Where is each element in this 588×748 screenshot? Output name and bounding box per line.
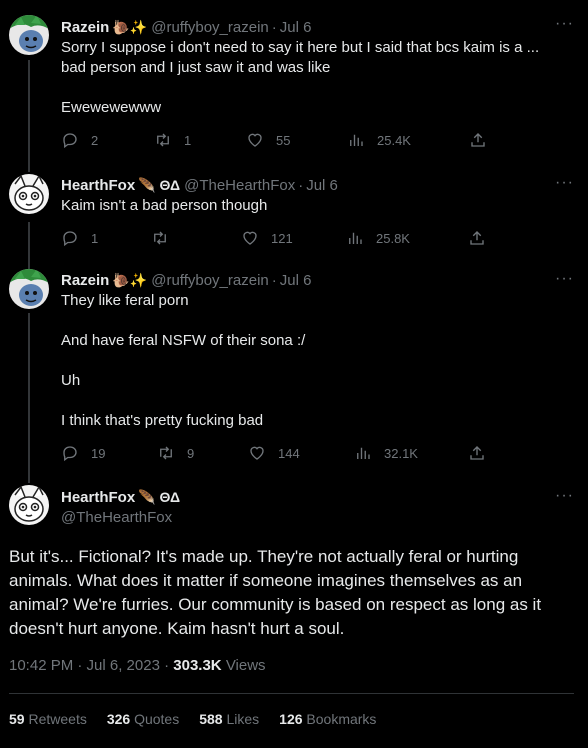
- tweet-stats: 59 Retweets 326 Quotes 588 Likes 126 Boo…: [9, 711, 396, 727]
- tweet-text: Kaim isn't a bad person though: [61, 196, 561, 216]
- display-name[interactable]: Razein: [61, 272, 109, 289]
- retweets-stat[interactable]: 59 Retweets: [9, 711, 87, 727]
- display-name[interactable]: HearthFox: [61, 489, 135, 506]
- tweet-text: They like feral porn And have feral NSFW…: [61, 291, 561, 431]
- tweet-line: I think that's pretty fucking bad: [61, 412, 264, 429]
- views-button[interactable]: 32.1K: [354, 444, 418, 462]
- reply-count: 2: [91, 132, 99, 148]
- views-icon: [350, 134, 363, 146]
- tweet-timestamp[interactable]: 10:42 PM · Jul 6, 2023 ·: [9, 657, 169, 674]
- tweet-line: And have feral NSFW of their sona :/: [61, 332, 306, 349]
- views-count: 25.4K: [377, 132, 411, 148]
- heart-icon: [248, 133, 262, 147]
- main-tweet-header: HearthFox 🪶 ΘΔ @TheHearthFox: [61, 487, 181, 527]
- tweet-date[interactable]: Jul 6: [306, 177, 338, 194]
- more-options-icon[interactable]: ···: [555, 15, 574, 33]
- retweet-icon: [154, 231, 166, 245]
- display-name[interactable]: HearthFox: [61, 177, 135, 194]
- tweet[interactable]: HearthFox 🪶 ΘΔ @TheHearthFox · Jul 6 ···…: [0, 159, 588, 259]
- reply-count: 19: [91, 445, 106, 461]
- user-handle[interactable]: @TheHearthFox: [61, 509, 180, 526]
- views-button[interactable]: 25.8K: [346, 229, 410, 247]
- reply-icon: [63, 231, 77, 247]
- retweet-button[interactable]: 9: [157, 444, 194, 462]
- name-emojis: 🪶 ΘΔ: [138, 489, 181, 505]
- reply-icon: [63, 133, 77, 149]
- user-handle[interactable]: @ruffyboy_razein: [151, 19, 269, 36]
- tweet-line: Uh: [61, 372, 81, 389]
- separator-dot: ·: [271, 18, 277, 36]
- more-options-icon[interactable]: ···: [555, 174, 574, 192]
- tweet-actions: 1 121 25.8K: [61, 229, 511, 249]
- tweet[interactable]: Razein 🐌✨ @ruffyboy_razein · Jul 6 ··· S…: [0, 0, 588, 170]
- views-count: 32.1K: [384, 445, 418, 461]
- heart-icon: [243, 231, 257, 245]
- tweet-line: Sorry I suppose i don't need to say it h…: [61, 39, 540, 56]
- likes-stat[interactable]: 588 Likes: [199, 711, 259, 727]
- views-button[interactable]: 25.4K: [347, 131, 411, 149]
- heart-icon: [250, 446, 264, 460]
- like-count: 144: [278, 445, 300, 461]
- quotes-stat[interactable]: 326 Quotes: [107, 711, 179, 727]
- more-options-icon[interactable]: ···: [555, 487, 574, 505]
- avatar[interactable]: [9, 269, 49, 309]
- reply-count: 1: [91, 230, 99, 246]
- divider: [9, 693, 574, 694]
- separator-dot: ·: [271, 271, 277, 289]
- name-emojis: 🐌✨: [112, 272, 148, 288]
- views-count: 303.3K: [173, 657, 222, 674]
- display-name[interactable]: Razein: [61, 19, 109, 36]
- tweet-line: bad person and I just saw it and was lik…: [61, 59, 331, 76]
- tweet-actions: 2 1 55 25.4K: [61, 131, 511, 151]
- user-handle[interactable]: @ruffyboy_razein: [151, 272, 269, 289]
- avatar[interactable]: [9, 174, 49, 214]
- share-button[interactable]: [468, 444, 486, 462]
- tweet-actions: 19 9 144 32.1K: [61, 444, 511, 464]
- reply-button[interactable]: 2: [61, 131, 98, 149]
- views-label: Views: [225, 657, 266, 674]
- tweet[interactable]: Razein 🐌✨ @ruffyboy_razein · Jul 6 ··· T…: [0, 255, 588, 475]
- like-count: 55: [276, 132, 291, 148]
- views-icon: [349, 232, 362, 244]
- share-button[interactable]: [469, 131, 487, 149]
- retweet-button[interactable]: [151, 229, 181, 247]
- bookmarks-stat[interactable]: 126 Bookmarks: [279, 711, 376, 727]
- share-icon: [470, 231, 484, 245]
- reply-button[interactable]: 19: [61, 444, 105, 462]
- views-count: 25.8K: [376, 230, 410, 246]
- tweet-meta: 10:42 PM · Jul 6, 2023 · 303.3K Views: [9, 657, 266, 674]
- retweet-button[interactable]: 1: [154, 131, 191, 149]
- main-tweet-text: But it's... Fictional? It's made up. The…: [9, 547, 542, 638]
- reply-button[interactable]: 1: [61, 229, 98, 247]
- tweet-date[interactable]: Jul 6: [280, 272, 312, 289]
- share-icon: [470, 446, 484, 460]
- share-icon: [471, 133, 485, 147]
- more-options-icon[interactable]: ···: [555, 270, 574, 288]
- views-icon: [357, 447, 370, 459]
- tweet-line: They like feral porn: [61, 292, 189, 309]
- avatar[interactable]: [9, 485, 49, 525]
- tweet-line: Kaim isn't a bad person though: [61, 197, 268, 214]
- retweet-count: 9: [187, 445, 195, 461]
- tweet-text: Sorry I suppose i don't need to say it h…: [61, 38, 561, 118]
- like-button[interactable]: 55: [246, 131, 290, 149]
- retweet-icon: [160, 446, 172, 460]
- name-emojis: 🪶 ΘΔ: [138, 177, 181, 193]
- like-button[interactable]: 144: [248, 444, 300, 462]
- reply-icon: [63, 446, 77, 462]
- separator-dot: ·: [298, 176, 304, 194]
- name-emojis: 🐌✨: [112, 19, 148, 35]
- share-button[interactable]: [468, 229, 486, 247]
- like-count: 121: [271, 230, 293, 246]
- tweet-line: Ewewewewww: [61, 99, 162, 116]
- avatar[interactable]: [9, 15, 49, 55]
- user-handle[interactable]: @TheHearthFox: [184, 177, 295, 194]
- tweet-date[interactable]: Jul 6: [280, 19, 312, 36]
- retweet-count: 1: [184, 132, 192, 148]
- retweet-icon: [157, 133, 169, 147]
- like-button[interactable]: 121: [241, 229, 293, 247]
